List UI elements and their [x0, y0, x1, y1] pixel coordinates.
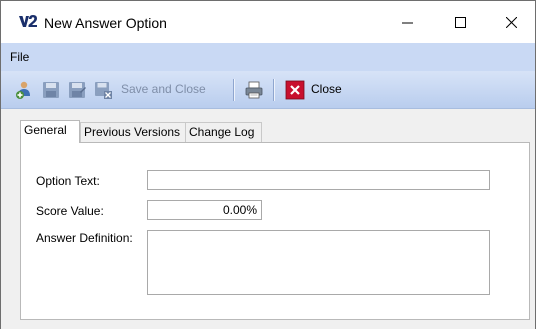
- close-window-button[interactable]: [488, 7, 534, 37]
- save-icon[interactable]: [41, 80, 61, 100]
- option-text-input[interactable]: [147, 170, 490, 190]
- maximize-button[interactable]: [437, 7, 483, 37]
- tab-previous-versions[interactable]: Previous Versions: [80, 122, 186, 142]
- toolbar-separator: [233, 79, 235, 101]
- dialog-window: New Answer Option File Save and Close Cl…: [0, 0, 536, 329]
- toolbar: Save and Close Close: [1, 71, 535, 109]
- menu-file[interactable]: File: [10, 50, 29, 64]
- close-icon: [505, 16, 517, 28]
- toolbar-separator: [273, 79, 275, 101]
- answer-definition-input[interactable]: [147, 230, 490, 295]
- option-text-label: Option Text:: [36, 174, 100, 188]
- print-icon[interactable]: [244, 80, 264, 100]
- save-delete-icon[interactable]: [93, 80, 113, 100]
- tab-change-log[interactable]: Change Log: [185, 122, 262, 142]
- add-user-icon[interactable]: [14, 80, 34, 100]
- window-title: New Answer Option: [44, 15, 167, 31]
- title-bar[interactable]: New Answer Option: [1, 1, 535, 43]
- minimize-icon: [401, 22, 413, 23]
- menu-bar: File: [1, 43, 535, 71]
- score-value-input[interactable]: 0.00%: [147, 200, 262, 220]
- general-tab-panel: Option Text: Score Value: 0.00% Answer D…: [20, 142, 530, 320]
- content-area: General Previous Versions Change Log Opt…: [1, 109, 535, 329]
- tab-general[interactable]: General: [20, 120, 80, 143]
- save-and-close-button[interactable]: Save and Close: [121, 82, 206, 96]
- tab-change-log-label: Change Log: [189, 125, 255, 139]
- save-edit-icon[interactable]: [67, 80, 87, 100]
- close-red-icon[interactable]: [285, 80, 305, 100]
- minimize-button[interactable]: [384, 7, 430, 37]
- tab-general-label: General: [24, 123, 67, 137]
- v2-logo-icon: [19, 15, 37, 27]
- maximize-icon: [454, 16, 466, 28]
- tab-previous-versions-label: Previous Versions: [84, 125, 181, 139]
- score-value-label: Score Value:: [36, 204, 104, 218]
- answer-definition-label: Answer Definition:: [36, 231, 133, 245]
- close-button[interactable]: Close: [311, 82, 342, 96]
